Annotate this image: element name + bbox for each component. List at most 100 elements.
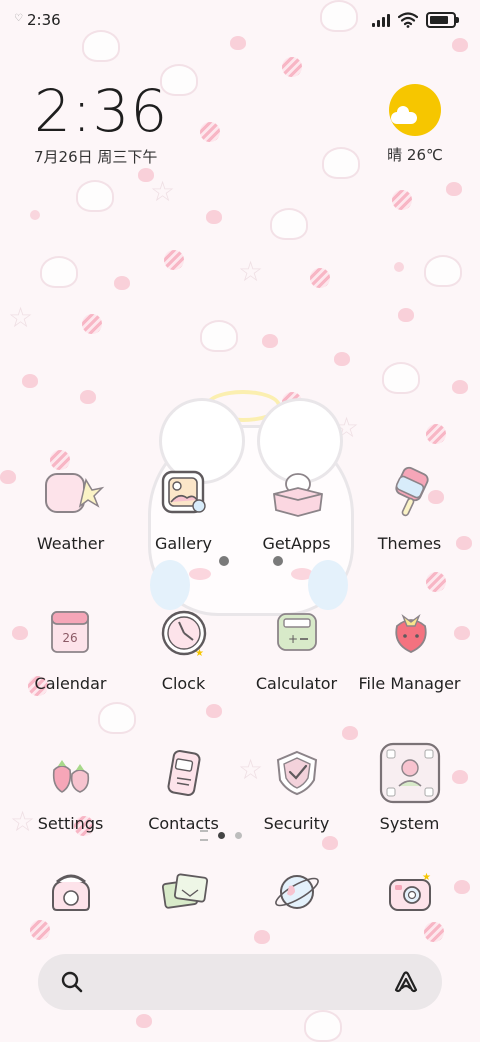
system-icon bbox=[375, 738, 445, 808]
search-icon[interactable] bbox=[60, 970, 84, 994]
app-themes[interactable]: Themes bbox=[353, 458, 466, 553]
wifi-icon bbox=[398, 12, 418, 28]
star-decoration: ☆ bbox=[150, 175, 176, 208]
paw-decoration bbox=[80, 390, 96, 404]
app-label: GetApps bbox=[262, 534, 331, 553]
paw-decoration bbox=[398, 308, 414, 322]
ball-decoration bbox=[200, 122, 220, 142]
app-label: Calculator bbox=[255, 674, 338, 693]
svg-text:26: 26 bbox=[62, 631, 77, 645]
battery-icon bbox=[426, 12, 459, 28]
ball-decoration bbox=[392, 190, 412, 210]
status-icons bbox=[372, 12, 459, 28]
paw-decoration bbox=[262, 334, 278, 348]
app-contacts[interactable]: Contacts bbox=[127, 738, 240, 833]
cellular-signal-icon bbox=[372, 13, 390, 27]
bunny-decoration bbox=[200, 320, 238, 352]
paw-decoration bbox=[206, 210, 222, 224]
svg-text:★: ★ bbox=[422, 872, 431, 883]
dock-phone[interactable] bbox=[14, 860, 127, 924]
bunny-decoration bbox=[382, 362, 420, 394]
dock: ★ bbox=[14, 860, 466, 924]
dock-messages[interactable] bbox=[127, 860, 240, 924]
app-system[interactable]: System bbox=[353, 738, 466, 833]
bunny-decoration bbox=[40, 256, 78, 288]
page-dot-active bbox=[218, 832, 225, 839]
app-label: System bbox=[379, 814, 440, 833]
paw-decoration bbox=[446, 182, 462, 196]
bunny-decoration bbox=[270, 208, 308, 240]
gallery-icon bbox=[149, 458, 219, 528]
app-file-manager[interactable]: File Manager bbox=[353, 598, 466, 693]
app-clock[interactable]: ★ Clock bbox=[127, 598, 240, 693]
themes-icon bbox=[375, 458, 445, 528]
phone-icon bbox=[39, 860, 103, 924]
heart-icon: ♡ bbox=[14, 13, 23, 24]
star-decoration: ☆ bbox=[238, 255, 264, 288]
security-icon bbox=[262, 738, 332, 808]
bunny-decoration bbox=[322, 147, 360, 179]
clock-widget[interactable]: 2:36 7月26日 周三下午 bbox=[34, 76, 168, 167]
settings-icon bbox=[36, 738, 106, 808]
ball-decoration bbox=[424, 922, 444, 942]
dot-decoration bbox=[30, 210, 40, 220]
paw-decoration bbox=[114, 276, 130, 290]
dot-decoration bbox=[394, 262, 404, 272]
app-label: Weather bbox=[36, 534, 105, 553]
weather-icon bbox=[36, 458, 106, 528]
app-label: Gallery bbox=[155, 534, 212, 553]
svg-text:★: ★ bbox=[195, 648, 204, 659]
calculator-icon: + bbox=[262, 598, 332, 668]
app-label: Clock bbox=[161, 674, 206, 693]
app-gallery[interactable]: Gallery bbox=[127, 458, 240, 553]
assistant-icon[interactable] bbox=[392, 970, 420, 994]
weather-widget[interactable]: 晴 26℃ bbox=[380, 84, 450, 165]
ball-decoration bbox=[426, 424, 446, 444]
file-manager-icon bbox=[375, 598, 445, 668]
page-dot bbox=[235, 832, 242, 839]
app-grid: Weather Gallery GetApps Themes 26 Calend… bbox=[14, 458, 466, 833]
paw-decoration bbox=[254, 930, 270, 944]
camera-icon: ★ bbox=[378, 860, 442, 924]
app-getapps[interactable]: GetApps bbox=[240, 458, 353, 553]
browser-icon bbox=[265, 860, 329, 924]
paw-decoration bbox=[452, 380, 468, 394]
star-decoration: ☆ bbox=[8, 301, 34, 334]
feed-indicator-icon bbox=[200, 830, 208, 841]
app-label: Settings bbox=[37, 814, 104, 833]
widget-date: 7月26日 周三下午 bbox=[34, 148, 158, 166]
app-weather[interactable]: Weather bbox=[14, 458, 127, 553]
svg-text:+: + bbox=[288, 632, 298, 646]
app-security[interactable]: Security bbox=[240, 738, 353, 833]
ball-decoration bbox=[310, 268, 330, 288]
page-indicator[interactable] bbox=[200, 830, 242, 841]
app-label: Security bbox=[263, 814, 330, 833]
ball-decoration bbox=[164, 250, 184, 270]
weather-text: 晴 26℃ bbox=[387, 146, 443, 164]
dock-browser[interactable] bbox=[240, 860, 353, 924]
dock-camera[interactable]: ★ bbox=[353, 860, 466, 924]
getapps-icon bbox=[262, 458, 332, 528]
ball-decoration bbox=[282, 57, 302, 77]
app-label: File Manager bbox=[358, 674, 461, 693]
app-calendar[interactable]: 26 Calendar bbox=[14, 598, 127, 693]
contacts-icon bbox=[149, 738, 219, 808]
calendar-icon: 26 bbox=[36, 598, 106, 668]
paw-decoration bbox=[22, 374, 38, 388]
widget-time: 2:36 bbox=[34, 77, 169, 145]
messages-icon bbox=[152, 860, 216, 924]
sun-cloud-icon bbox=[389, 84, 441, 136]
bunny-decoration bbox=[304, 1010, 342, 1042]
bunny-decoration bbox=[76, 180, 114, 212]
status-time: 2:36 bbox=[27, 11, 61, 29]
app-settings[interactable]: Settings bbox=[14, 738, 127, 833]
paw-decoration bbox=[136, 1014, 152, 1028]
search-bar[interactable] bbox=[38, 954, 442, 1010]
app-calculator[interactable]: + Calculator bbox=[240, 598, 353, 693]
paw-decoration bbox=[452, 38, 468, 52]
paw-decoration bbox=[322, 836, 338, 850]
bunny-decoration bbox=[424, 255, 462, 287]
ball-decoration bbox=[82, 314, 102, 334]
app-label: Calendar bbox=[34, 674, 107, 693]
clock-icon: ★ bbox=[149, 598, 219, 668]
